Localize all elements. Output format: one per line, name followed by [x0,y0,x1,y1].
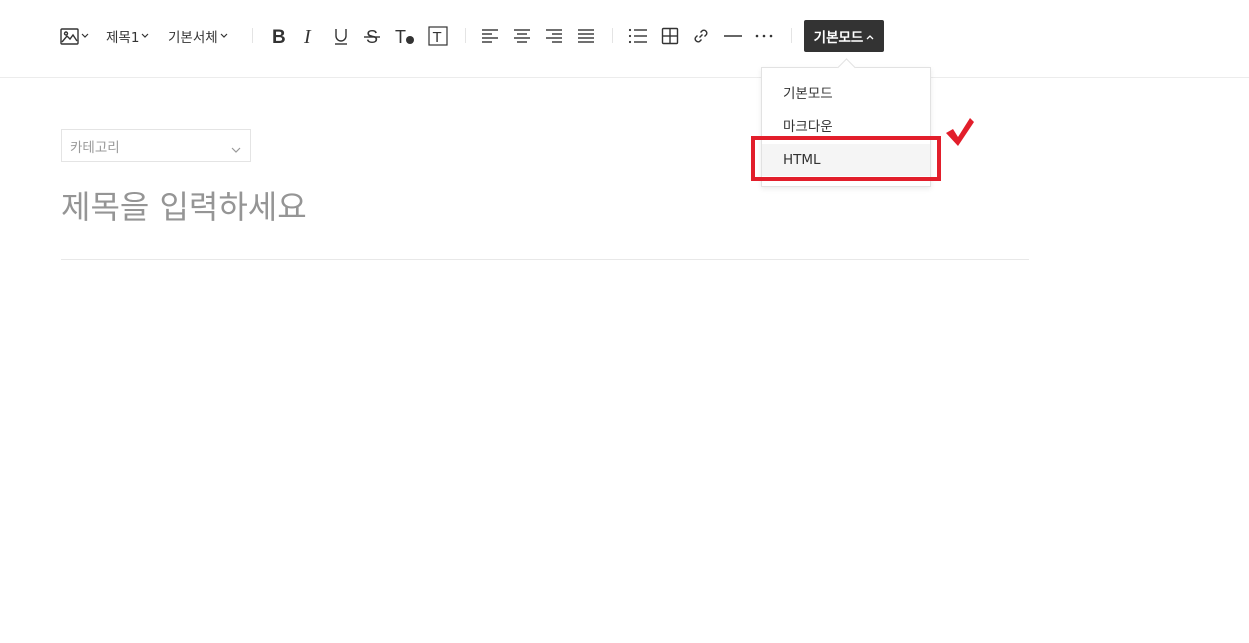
svg-text:B: B [272,27,286,46]
title-divider [61,259,1029,260]
editor-mode-label: 기본모드 [813,30,864,46]
editor-mode-button[interactable]: 기본모드 [804,20,884,52]
bulleted-list-button[interactable] [628,20,648,52]
chevron-down-icon [141,33,149,39]
svg-text:T: T [433,29,442,46]
insert-table-button[interactable] [661,20,679,52]
horizontal-rule-button[interactable] [723,20,743,52]
italic-icon: I [300,26,318,46]
font-dropdown[interactable]: 기본서체 [168,20,228,52]
category-placeholder: 카테고리 [70,139,120,156]
annotation-highlight-box [751,136,941,181]
bold-button[interactable]: B [270,20,288,52]
underline-icon [332,26,350,46]
more-options-button[interactable] [754,20,774,52]
text-color-button[interactable]: T [395,20,417,52]
chevron-up-icon [866,28,874,44]
menu-item-basic-mode[interactable]: 기본모드 [762,76,930,108]
more-icon [754,27,774,45]
text-background-icon: T [428,26,448,46]
horizontal-rule-icon [723,27,743,45]
title-input[interactable] [61,182,1021,232]
editor-toolbar: 제목1 기본서체 B I S T T 기본모드 [0,0,1249,78]
chevron-down-icon [220,33,228,39]
align-justify-button[interactable] [577,20,595,52]
align-right-icon [545,27,563,45]
heading-dropdown[interactable]: 제목1 [106,20,149,52]
toolbar-separator [612,28,613,43]
italic-button[interactable]: I [300,20,318,52]
image-icon [60,27,79,46]
font-label: 기본서체 [168,30,218,46]
text-color-icon: T [395,26,417,46]
chevron-down-icon [81,33,89,39]
toolbar-separator [252,28,253,43]
align-justify-icon [577,27,595,45]
checkmark-icon [944,116,976,152]
align-center-button[interactable] [513,20,531,52]
strikethrough-icon: S [363,26,381,46]
toolbar-separator [791,28,792,43]
link-icon [692,27,710,45]
align-right-button[interactable] [545,20,563,52]
align-left-button[interactable] [481,20,499,52]
strikethrough-button[interactable]: S [363,20,381,52]
insert-image-button[interactable] [60,20,89,52]
category-select[interactable]: 카테고리 [61,129,251,162]
table-icon [661,27,679,45]
insert-link-button[interactable] [692,20,710,52]
svg-text:I: I [303,26,312,46]
bold-icon: B [270,26,288,46]
heading-label: 제목1 [106,30,140,46]
bulleted-list-icon [628,27,648,45]
text-background-button[interactable]: T [428,20,448,52]
underline-button[interactable] [332,20,350,52]
svg-text:T: T [395,27,406,46]
chevron-down-icon [231,142,241,158]
align-center-icon [513,27,531,45]
toolbar-separator [465,28,466,43]
align-left-icon [481,27,499,45]
